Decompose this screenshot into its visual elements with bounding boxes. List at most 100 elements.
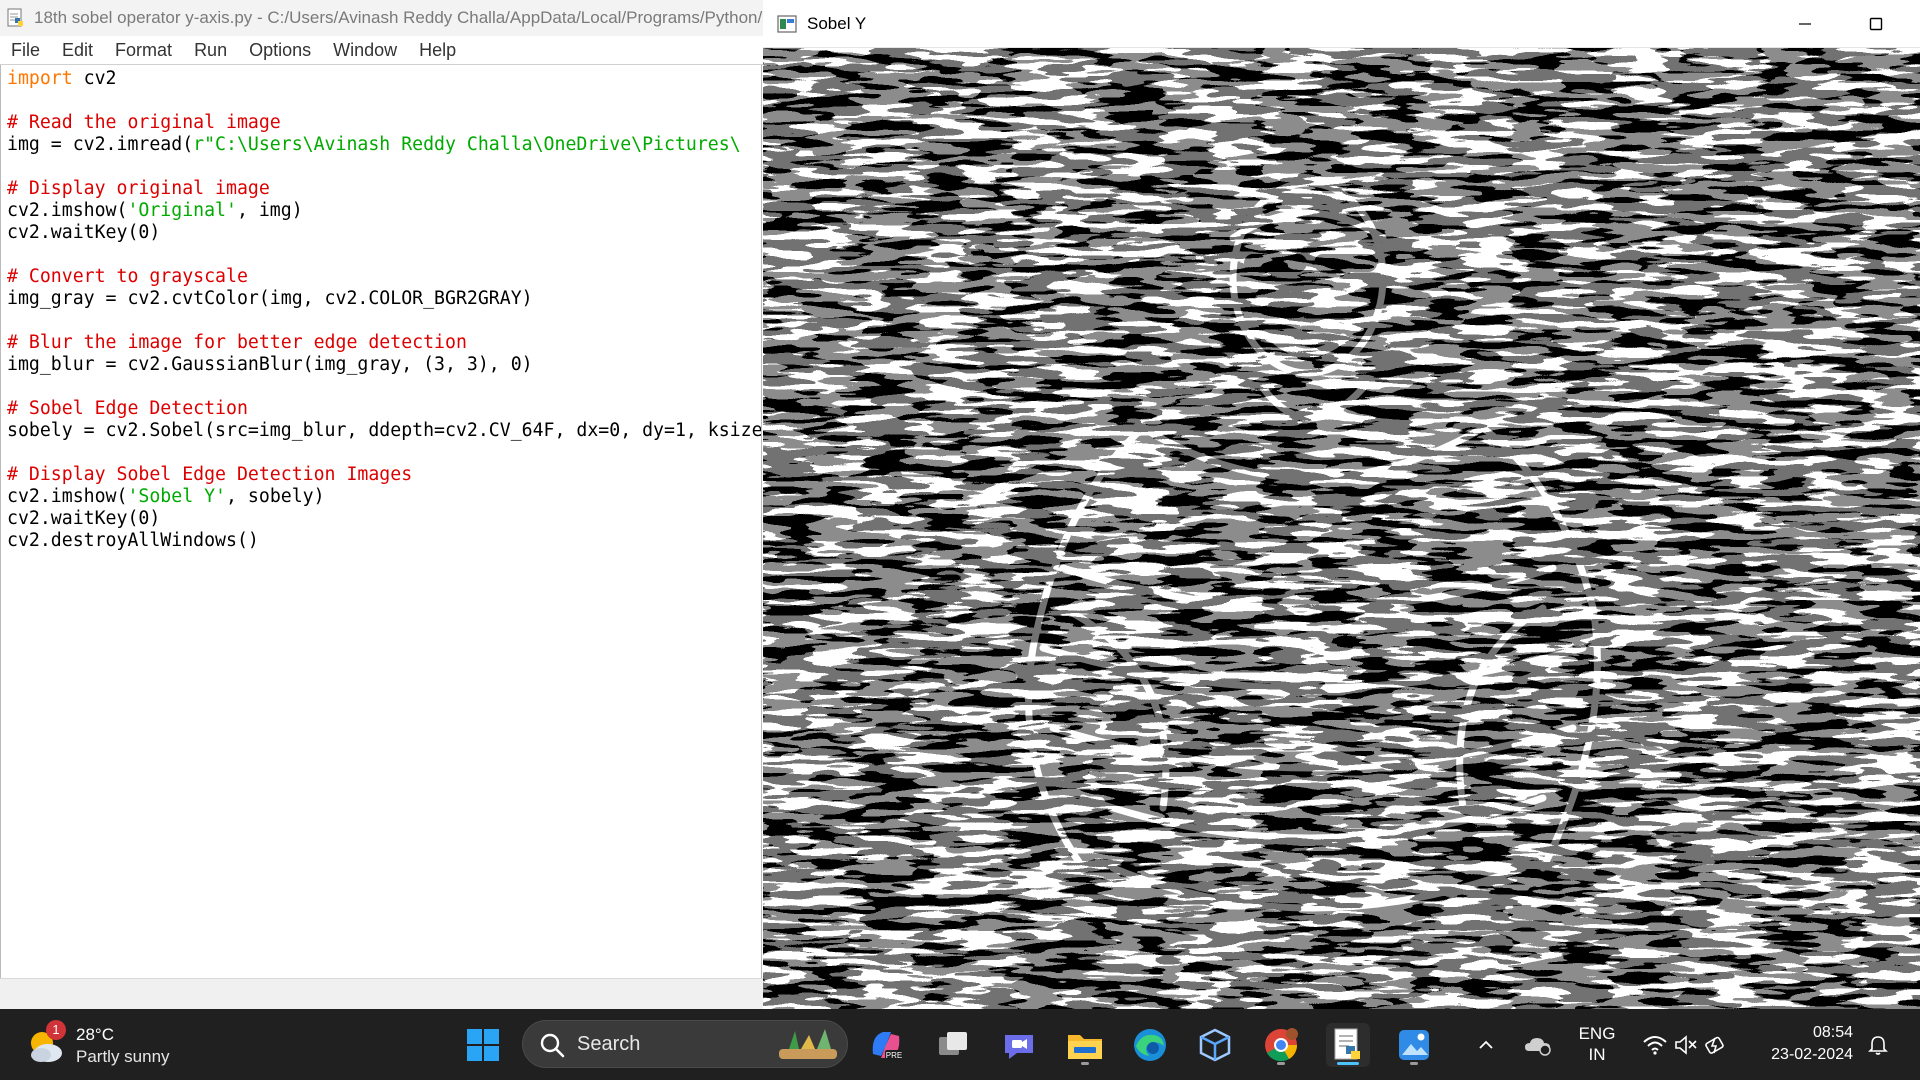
bell-icon xyxy=(1868,1036,1888,1055)
chat-icon xyxy=(1005,1035,1033,1059)
copilot-icon: PRE xyxy=(872,1032,903,1060)
menu-help[interactable]: Help xyxy=(408,36,467,64)
onedrive-cloud-icon xyxy=(1525,1038,1551,1056)
idle-title-bar[interactable]: 18th sobel operator y-axis.py - C:/Users… xyxy=(0,0,763,36)
code-token: cv2.imshow( xyxy=(7,486,128,507)
region-code: IN xyxy=(1588,1045,1606,1064)
code-line[interactable] xyxy=(7,310,761,332)
code-token: , img) xyxy=(236,200,303,221)
code-line[interactable] xyxy=(7,442,761,464)
code-line[interactable]: # Convert to grayscale xyxy=(7,266,761,288)
menu-edit[interactable]: Edit xyxy=(51,36,104,64)
code-line[interactable]: img_blur = cv2.GaussianBlur(img_gray, (3… xyxy=(7,354,761,376)
code-line[interactable]: img_gray = cv2.cvtColor(img, cv2.COLOR_B… xyxy=(7,288,761,310)
active-indicator xyxy=(1337,1062,1359,1065)
menu-file[interactable]: File xyxy=(0,36,51,64)
minimize-icon xyxy=(1799,22,1811,25)
code-token: , sobely) xyxy=(226,486,325,507)
code-string: r"C:\Users\Avinash Reddy Challa\OneDrive… xyxy=(193,134,741,155)
sobel-title-bar[interactable]: Sobel Y xyxy=(763,0,1920,48)
maximize-icon xyxy=(1869,17,1883,30)
show-hidden-icons-button[interactable] xyxy=(1468,1023,1504,1067)
sobel-window-title: Sobel Y xyxy=(807,13,867,33)
menu-run[interactable]: Run xyxy=(183,36,238,64)
menu-window[interactable]: Window xyxy=(322,36,408,64)
code-line[interactable]: # Display Sobel Edge Detection Images xyxy=(7,464,761,486)
code-comment: # Sobel Edge Detection xyxy=(7,398,248,419)
taskbar-search[interactable]: Search xyxy=(522,1020,848,1068)
language-code: ENG xyxy=(1578,1024,1616,1043)
code-line[interactable]: img = cv2.imread(r"C:\Users\Avinash Redd… xyxy=(7,134,761,156)
code-line[interactable]: cv2.waitKey(0) xyxy=(7,508,761,530)
copilot-button[interactable]: PRE xyxy=(864,1023,908,1067)
quick-settings-button[interactable] xyxy=(1630,1023,1740,1067)
running-indicator xyxy=(1277,1062,1285,1065)
code-line[interactable]: cv2.waitKey(0) xyxy=(7,222,761,244)
file-explorer-button[interactable] xyxy=(1063,1023,1107,1067)
start-button[interactable] xyxy=(461,1023,505,1067)
maximize-button[interactable] xyxy=(1841,0,1911,47)
code-comment: # Blur the image for better edge detecti… xyxy=(7,332,467,353)
edge-browser-button[interactable] xyxy=(1128,1023,1172,1067)
menu-format[interactable]: Format xyxy=(104,36,183,64)
code-line[interactable]: cv2.destroyAllWindows() xyxy=(7,530,761,552)
search-icon xyxy=(540,1033,565,1058)
teams-chat-button[interactable] xyxy=(997,1023,1041,1067)
code-line[interactable]: import cv2 xyxy=(7,68,761,90)
code-line[interactable]: # Sobel Edge Detection xyxy=(7,398,761,420)
onedrive-button[interactable] xyxy=(1518,1023,1558,1067)
code-line[interactable] xyxy=(7,90,761,112)
sobel-image-canvas[interactable] xyxy=(763,48,1920,1009)
code-token: sobely = cv2.Sobel(src=img_blur, ddepth=… xyxy=(7,420,762,441)
weather-temperature: 28°C xyxy=(76,1025,114,1044)
menu-bar: File Edit Format Run Options Window Help xyxy=(0,36,763,65)
task-view-icon xyxy=(939,1032,967,1055)
menu-options[interactable]: Options xyxy=(238,36,322,64)
opencv-window-icon xyxy=(777,14,797,33)
code-comment: # Display Sobel Edge Detection Images xyxy=(7,464,413,485)
code-text[interactable]: import cv2 # Read the original image img =… xyxy=(1,65,761,552)
code-token: cv2.waitKey(0) xyxy=(7,222,161,243)
code-line[interactable]: cv2.imshow('Sobel Y', sobely) xyxy=(7,486,761,508)
idle-editor-window: 18th sobel operator y-axis.py - C:/Users… xyxy=(0,0,763,1010)
notifications-button[interactable] xyxy=(1860,1023,1896,1067)
code-line[interactable] xyxy=(7,244,761,266)
taskbar: 1 28°C Partly sunny Search PRE ENG IN 08… xyxy=(0,1009,1920,1080)
code-line[interactable]: sobely = cv2.Sobel(src=img_blur, ddepth=… xyxy=(7,420,761,442)
clock-time: 08:54 xyxy=(1812,1024,1853,1041)
notification-badge: 1 xyxy=(46,1020,66,1040)
code-line[interactable]: # Read the original image xyxy=(7,112,761,134)
code-line[interactable]: # Display original image xyxy=(7,178,761,200)
code-token: cv2 xyxy=(72,68,117,89)
code-editor[interactable]: import cv2 # Read the original image img =… xyxy=(0,65,762,978)
window-title: 18th sobel operator y-axis.py - C:/Users… xyxy=(34,8,763,27)
code-comment: # Convert to grayscale xyxy=(7,266,248,287)
photos-icon xyxy=(1399,1030,1429,1060)
folder-icon xyxy=(1068,1035,1102,1059)
code-comment: # Read the original image xyxy=(7,112,281,133)
python-idle-icon xyxy=(1334,1028,1360,1060)
svg-text:PRE: PRE xyxy=(886,1051,902,1060)
task-view-button[interactable] xyxy=(931,1023,975,1067)
code-line[interactable] xyxy=(7,376,761,398)
volume-muted-icon xyxy=(1675,1035,1697,1055)
code-token: cv2.destroyAllWindows() xyxy=(7,530,259,551)
battery-charging-icon xyxy=(1705,1036,1724,1054)
input-language-indicator[interactable]: ENG IN xyxy=(1578,1023,1616,1065)
weather-widget[interactable]: 1 28°C Partly sunny xyxy=(24,1020,204,1069)
code-line[interactable]: # Blur the image for better edge detecti… xyxy=(7,332,761,354)
photos-button[interactable] xyxy=(1392,1023,1436,1067)
clock[interactable]: 08:54 23-02-2024 xyxy=(1755,1022,1853,1066)
code-line[interactable] xyxy=(7,156,761,178)
code-token: img_blur = cv2.GaussianBlur(img_gray, (3… xyxy=(7,354,533,375)
idle-taskbar-button[interactable] xyxy=(1326,1023,1370,1067)
minimize-button[interactable] xyxy=(1770,0,1840,47)
code-token: cv2.imshow( xyxy=(7,200,128,221)
3d-viewer-button[interactable] xyxy=(1193,1023,1237,1067)
code-line[interactable]: cv2.imshow('Original', img) xyxy=(7,200,761,222)
running-indicator xyxy=(1081,1062,1089,1065)
clock-date: 23-02-2024 xyxy=(1771,1046,1853,1063)
code-string: 'Sobel Y' xyxy=(127,486,227,507)
code-comment: # Display original image xyxy=(7,178,270,199)
chrome-button[interactable] xyxy=(1259,1023,1303,1067)
